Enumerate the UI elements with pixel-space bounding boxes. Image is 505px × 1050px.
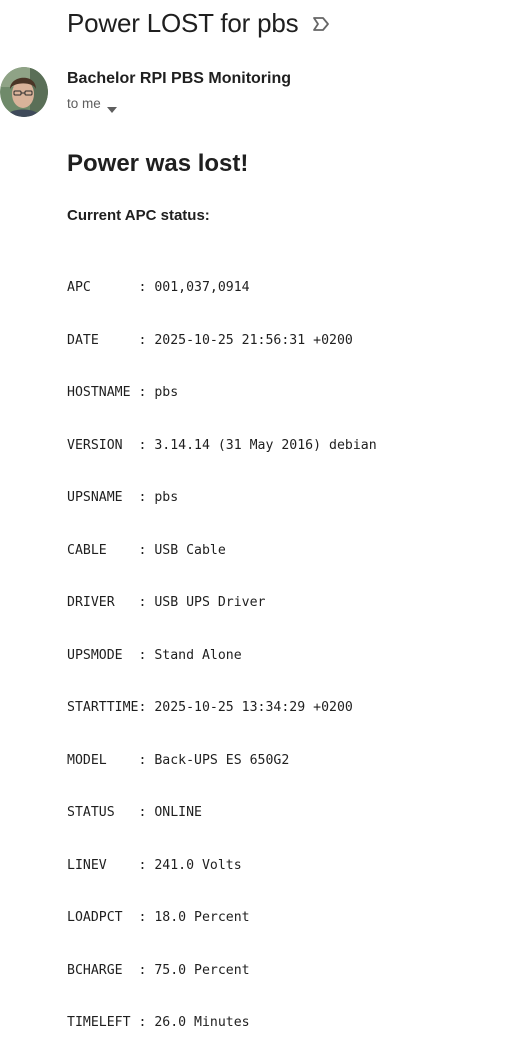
status-line-driver: DRIVER : USB UPS Driver	[67, 595, 266, 610]
label-outline-icon[interactable]	[312, 16, 330, 32]
apc-status-block: APC : 001,037,0914 DATE : 2025-10-25 21:…	[67, 247, 377, 1050]
sender-name: Bachelor RPI PBS Monitoring	[67, 70, 292, 87]
chevron-down-icon[interactable]	[106, 101, 117, 113]
email-subject: Power LOST for pbs	[67, 8, 299, 38]
status-line-cable: CABLE : USB Cable	[67, 542, 226, 558]
email-subject-row: Power LOST for pbs	[67, 8, 330, 39]
status-line-loadpct: LOADPCT : 18.0 Percent	[67, 910, 250, 925]
status-line-date: DATE : 2025-10-25 21:56:31 +0200	[67, 332, 353, 348]
status-line-version: VERSION : 3.14.14 (31 May 2016) debian	[67, 437, 377, 453]
recipient-label: to me	[67, 96, 101, 111]
status-line-linev: LINEV : 241.0 Volts	[67, 857, 242, 873]
sender-avatar[interactable]	[0, 67, 48, 117]
status-line-apc: APC : 001,037,0914	[67, 280, 250, 295]
status-line-bcharge: BCHARGE : 75.0 Percent	[67, 962, 250, 978]
status-line-starttime: STARTTIME: 2025-10-25 13:34:29 +0200	[67, 700, 353, 715]
status-line-upsname: UPSNAME : pbs	[67, 490, 179, 505]
message-heading: Power was lost!	[67, 150, 249, 177]
status-subheading: Current APC status:	[67, 207, 210, 224]
status-line-hostname: HOSTNAME : pbs	[67, 385, 179, 400]
status-line-upsmode: UPSMODE : Stand Alone	[67, 647, 242, 663]
status-line-timeleft: TIMELEFT : 26.0 Minutes	[67, 1015, 250, 1030]
status-line-model: MODEL : Back-UPS ES 650G2	[67, 752, 290, 768]
recipient-details-toggle[interactable]: to me	[67, 96, 117, 113]
status-line-status: STATUS : ONLINE	[67, 805, 202, 820]
